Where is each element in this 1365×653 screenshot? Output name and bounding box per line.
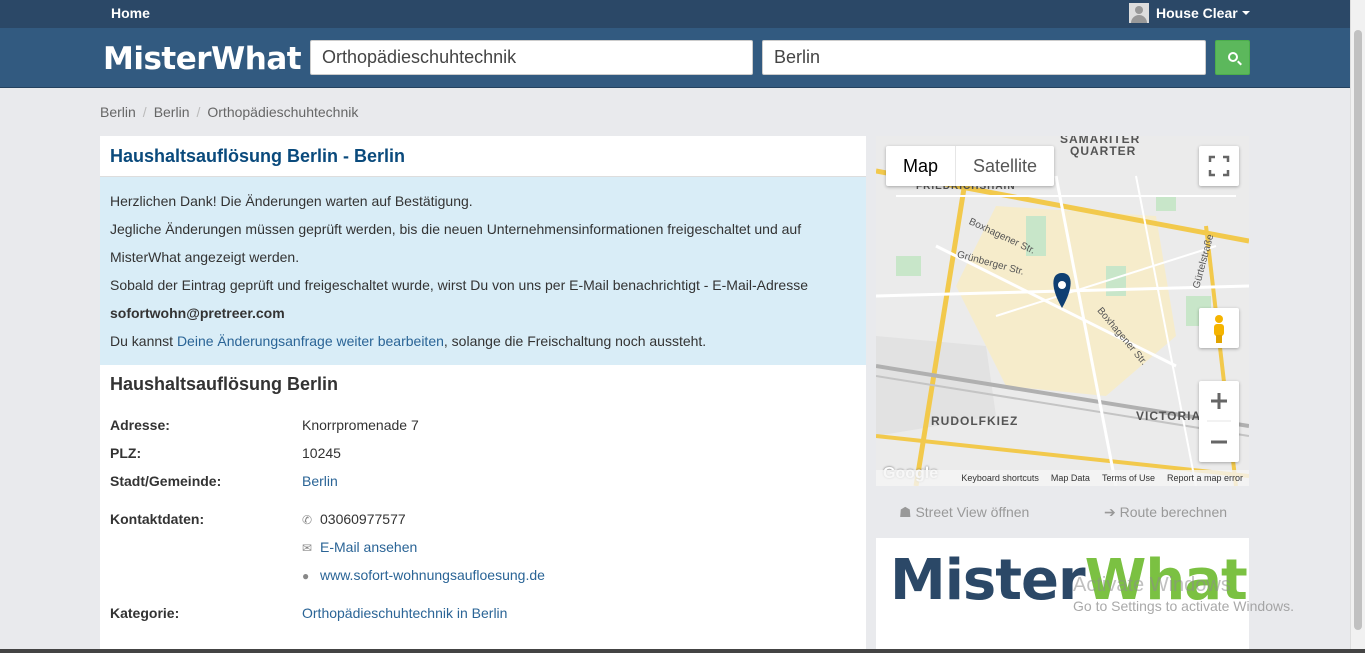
map-widget[interactable]: SAMARITER QUARTER FRIEDRICHSHAIN RUDOLFK… — [876, 136, 1249, 486]
email-link[interactable]: E-Mail ansehen — [320, 539, 417, 555]
home-link[interactable]: Home — [111, 5, 150, 21]
alert-line: Herzlichen Dank! Die Änderungen warten a… — [110, 193, 473, 209]
street-view-icon: ☗ — [899, 504, 916, 520]
search-what-input[interactable]: Orthopädieschuhtechnik — [310, 40, 753, 75]
zoom-icons — [1207, 393, 1231, 444]
fullscreen-button[interactable] — [1199, 146, 1239, 186]
category-link[interactable]: Orthopädieschuhtechnik in Berlin — [302, 605, 507, 621]
satellite-tab[interactable]: Satellite — [956, 146, 1054, 186]
map-type-toggle: Map Satellite — [886, 146, 1055, 186]
alert-line: Jegliche Änderungen müssen geprüft werde… — [110, 221, 802, 237]
alert-text: , solange die Freischaltung noch aussteh… — [443, 333, 707, 349]
breadcrumb-separator: / — [142, 104, 147, 120]
contact-label: Kontaktdaten: — [110, 511, 205, 527]
edit-request-link[interactable]: Deine Änderungsanfrage weiter bearbeiten — [177, 333, 444, 349]
business-name: Haushaltsauflösung Berlin — [110, 374, 339, 394]
category-label: Kategorie: — [110, 605, 180, 621]
scrollbar-thumb[interactable] — [1354, 30, 1362, 630]
route-link[interactable]: ➔ Route berechnen — [1104, 504, 1227, 521]
windows-watermark-text: Go to Settings to activate Windows. — [1073, 598, 1294, 614]
chevron-down-icon — [1241, 11, 1250, 15]
alert-line: Du kannst Deine Änderungsanfrage weiter … — [110, 331, 856, 359]
info-alert: Herzlichen Dank! Die Änderungen warten a… — [100, 177, 866, 365]
map-district-label: RUDOLFKIEZ — [931, 414, 1019, 428]
ad-logo-mister: Mister — [890, 548, 1086, 613]
breadcrumb-item[interactable]: Berlin — [100, 104, 136, 120]
phone-icon: ✆ — [302, 513, 313, 527]
map-district-label: VICTORIA — [1136, 409, 1202, 423]
plz-value: 10245 — [302, 445, 341, 461]
street-view-link[interactable]: ☗ Street View öffnen — [899, 504, 1029, 521]
keyboard-shortcuts-link[interactable]: Keyboard shortcuts — [961, 473, 1039, 483]
breadcrumb-separator: / — [196, 104, 201, 120]
city-label: Stadt/Gemeinde: — [110, 473, 222, 489]
breadcrumb-item[interactable]: Berlin — [154, 104, 190, 120]
taskbar-edge — [0, 649, 1365, 653]
alert-line: Sobald der Eintrag geprüft und freigesch… — [110, 277, 808, 293]
street-view-label: Street View öffnen — [915, 504, 1030, 520]
user-name: House Clear — [1156, 5, 1238, 21]
route-arrow-icon: ➔ — [1104, 504, 1120, 520]
page-scrollbar[interactable] — [1350, 0, 1365, 653]
alert-email: sofortwohn@pretreer.com — [110, 305, 285, 321]
breadcrumb-item[interactable]: Orthopädieschuhtechnik — [207, 104, 358, 120]
user-menu[interactable]: House Clear — [1129, 3, 1250, 23]
search-button[interactable] — [1215, 40, 1250, 75]
phone-value: ✆ 03060977577 — [302, 511, 406, 527]
route-label: Route berechnen — [1119, 504, 1228, 520]
alert-line: MisterWhat angezeigt werden. — [110, 249, 300, 265]
report-error-link[interactable]: Report a map error — [1167, 473, 1243, 483]
search-icon — [1228, 52, 1238, 62]
map-data-link[interactable]: Map Data — [1051, 473, 1090, 483]
breadcrumb: Berlin / Berlin / Orthopädieschuhtechnik — [100, 104, 358, 120]
website-value[interactable]: ● www.sofort-wohnungsaufloesung.de — [302, 567, 545, 583]
city-link[interactable]: Berlin — [302, 473, 338, 489]
site-logo[interactable]: MisterWhat — [103, 41, 302, 77]
page-title: Haushaltsauflösung Berlin - Berlin — [110, 146, 406, 166]
map-footer: Keyboard shortcuts Map Data Terms of Use… — [876, 470, 1249, 486]
globe-icon: ● — [302, 569, 310, 583]
plz-label: PLZ: — [110, 445, 142, 461]
phone-number: 03060977577 — [320, 511, 406, 527]
pegman-icon — [1214, 315, 1224, 343]
alert-text: Du kannst — [110, 333, 177, 349]
street-view-pegman[interactable] — [1199, 308, 1239, 348]
business-card: Haushaltsauflösung Berlin - Berlin Herzl… — [100, 136, 866, 653]
map-district-label: QUARTER — [1070, 144, 1137, 158]
email-value[interactable]: ✉ E-Mail ansehen — [302, 539, 417, 555]
address-label: Adresse: — [110, 417, 170, 433]
envelope-icon: ✉ — [302, 541, 313, 555]
avatar-icon — [1129, 3, 1149, 23]
top-navbar: Home House Clear — [0, 0, 1365, 28]
windows-watermark-title: Activate Windows — [1073, 574, 1231, 596]
fullscreen-icon — [1208, 155, 1230, 177]
search-where-input[interactable]: Berlin — [762, 40, 1206, 75]
map-tab[interactable]: Map — [886, 146, 957, 186]
terms-link[interactable]: Terms of Use — [1102, 473, 1155, 483]
website-link[interactable]: www.sofort-wohnungsaufloesung.de — [320, 567, 545, 583]
search-header: MisterWhat Orthopädieschuhtechnik Berlin — [0, 28, 1365, 88]
address-value: Knorrpromenade 7 — [302, 417, 419, 433]
zoom-controls — [1199, 381, 1239, 462]
